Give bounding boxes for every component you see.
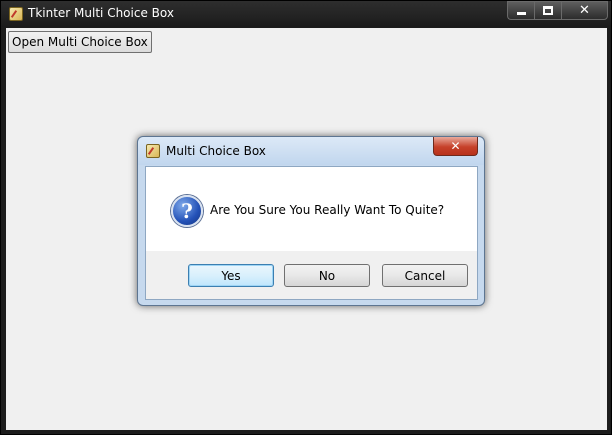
cancel-button[interactable]: Cancel <box>382 264 468 287</box>
yes-button[interactable]: Yes <box>188 264 274 287</box>
dialog-body: ? Are You Sure You Really Want To Quite?… <box>145 166 478 300</box>
dialog-message-area: ? Are You Sure You Really Want To Quite? <box>146 167 477 251</box>
dialog-title: Multi Choice Box <box>166 144 266 158</box>
dialog-titlebar[interactable]: Multi Choice Box ✕ <box>138 137 484 165</box>
minimize-icon <box>516 12 526 15</box>
multi-choice-dialog: Multi Choice Box ✕ ? Are You Sure You Re… <box>137 136 485 306</box>
open-multi-choice-box-button[interactable]: Open Multi Choice Box <box>8 31 152 53</box>
main-window-title: Tkinter Multi Choice Box <box>28 6 174 20</box>
question-icon: ? <box>171 195 203 227</box>
dialog-app-icon <box>146 144 160 158</box>
close-icon: ✕ <box>450 139 461 153</box>
close-icon: ✕ <box>579 3 590 18</box>
maximize-icon <box>543 6 553 15</box>
maximize-button[interactable] <box>534 1 561 20</box>
app-icon <box>9 7 23 21</box>
close-button[interactable]: ✕ <box>561 1 608 20</box>
no-button[interactable]: No <box>284 264 370 287</box>
minimize-button[interactable] <box>507 1 534 20</box>
window-controls: ✕ <box>507 1 608 20</box>
main-titlebar[interactable]: Tkinter Multi Choice Box ✕ <box>1 1 611 27</box>
dialog-message: Are You Sure You Really Want To Quite? <box>210 203 445 217</box>
dialog-close-button[interactable]: ✕ <box>433 137 478 156</box>
